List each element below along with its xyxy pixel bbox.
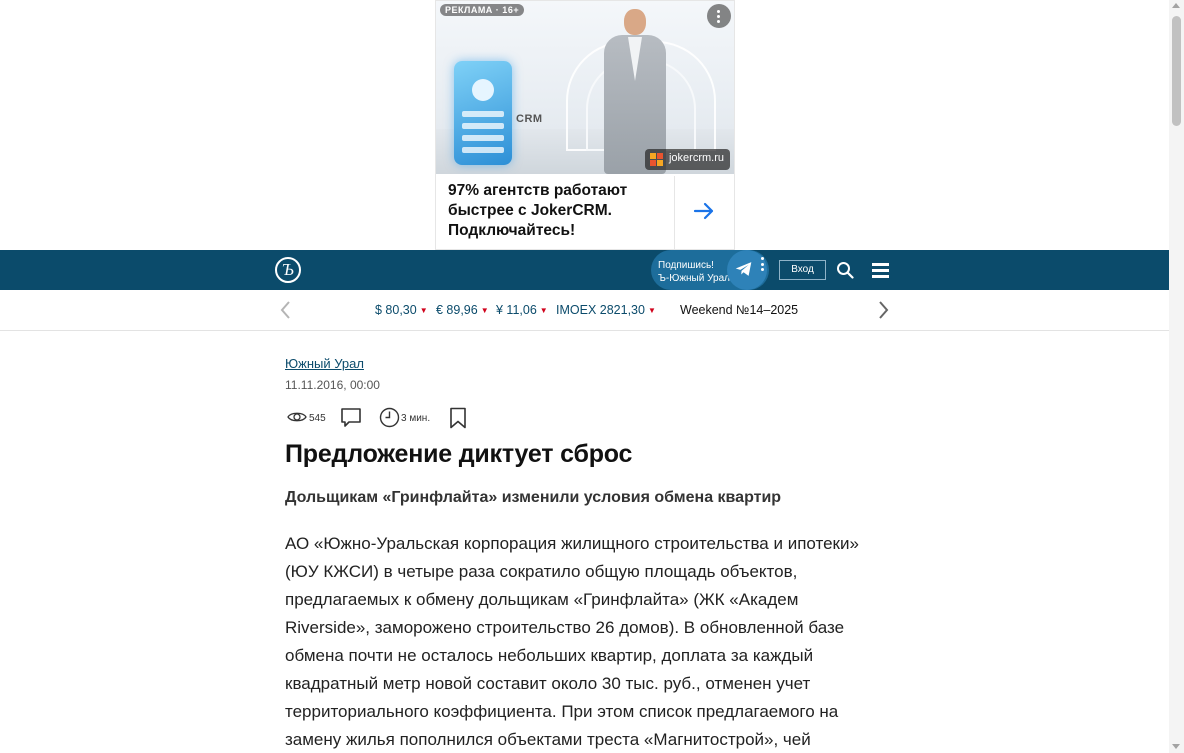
rate-imoex[interactable]: IMOEX 2821,30 ▼ (556, 303, 656, 317)
ad-image[interactable]: CRM РЕКЛАМА · 16+ jokercrm.ru (436, 1, 734, 174)
ad-domain[interactable]: jokercrm.ru (644, 149, 730, 170)
weekend-issue-link[interactable]: Weekend №14–2025 (680, 303, 798, 317)
site-header: Ъ Подпишись! Ъ-Южный Урал Вход (0, 250, 1169, 290)
page-scrollbar[interactable] (1169, 0, 1184, 753)
ad-panel-row (462, 111, 504, 117)
subscribe-label[interactable]: Подпишись! Ъ-Южный Урал (658, 259, 730, 285)
telegram-icon (735, 262, 752, 276)
more-icon[interactable] (707, 4, 731, 28)
rate-cny[interactable]: ¥ 11,06 ▼ (496, 303, 548, 317)
site-logo[interactable]: Ъ (275, 257, 301, 283)
ad-panel-row (462, 147, 504, 153)
eye-icon (287, 412, 307, 422)
advertisement-banner[interactable]: CRM РЕКЛАМА · 16+ jokercrm.ru 97% агентс… (435, 0, 735, 250)
ad-panel-avatar (472, 79, 494, 101)
ad-panel-row (462, 123, 504, 129)
telegram-subscribe-widget[interactable]: Подпишись! Ъ-Южный Урал (651, 250, 769, 290)
clock-icon (379, 407, 400, 428)
chevron-right-icon[interactable] (878, 300, 890, 320)
bookmark-icon[interactable] (449, 407, 467, 429)
comment-icon[interactable] (340, 407, 362, 429)
ad-text[interactable]: 97% агентств работают быстрее с JokerCRM… (448, 181, 673, 241)
rate-usd-value: $ 80,30 (375, 303, 417, 317)
subscribe-line-2: Ъ-Южный Урал (658, 273, 730, 284)
ad-crm-panel (454, 61, 512, 165)
ad-divider (674, 176, 675, 249)
article-date: 11.11.2016, 00:00 (285, 378, 380, 392)
rates-bar: $ 80,30 ▼ € 89,96 ▼ ¥ 11,06 ▼ IMOEX 2821,30… (0, 290, 1169, 331)
rate-down-icon: ▼ (647, 306, 656, 315)
article-title: Предложение диктует сброс (285, 440, 633, 468)
scrollbar-thumb[interactable] (1172, 16, 1181, 126)
login-button[interactable]: Вход (779, 260, 826, 280)
ad-image-text: CRM (516, 113, 543, 125)
scroll-down-icon[interactable] (1172, 744, 1180, 749)
arrow-right-icon[interactable] (692, 199, 716, 223)
rate-imoex-value: IMOEX 2821,30 (556, 303, 645, 317)
rate-eur-value: € 89,96 (436, 303, 478, 317)
article-subtitle: Дольщикам «Гринфлайта» изменили условия … (285, 489, 782, 506)
scroll-up-icon[interactable] (1172, 3, 1180, 8)
ad-label: РЕКЛАМА · 16+ (440, 4, 525, 16)
rate-usd[interactable]: $ 80,30 ▼ (375, 303, 428, 317)
menu-icon[interactable] (872, 263, 889, 278)
read-time: 3 мин. (401, 413, 431, 424)
search-icon[interactable] (836, 261, 854, 279)
rate-down-icon: ▼ (419, 306, 428, 315)
views-count: 545 (309, 413, 326, 424)
ad-domain-logo (649, 153, 664, 166)
chevron-left-icon[interactable] (279, 300, 291, 320)
rate-down-icon: ▼ (480, 306, 489, 315)
ad-person-head (624, 9, 646, 35)
rate-down-icon: ▼ (539, 306, 548, 315)
article-rubric-link[interactable]: Южный Урал (285, 356, 364, 371)
subscribe-line-1: Подпишись! (658, 260, 714, 271)
rate-cny-value: ¥ 11,06 (496, 303, 537, 317)
ad-domain-text: jokercrm.ru (668, 152, 724, 164)
ad-panel-row (462, 135, 504, 141)
article-body: АО «Южно-Уральская корпорация жилищного … (285, 534, 859, 749)
rate-eur[interactable]: € 89,96 ▼ (436, 303, 489, 317)
subscribe-more-icon[interactable] (761, 257, 765, 273)
